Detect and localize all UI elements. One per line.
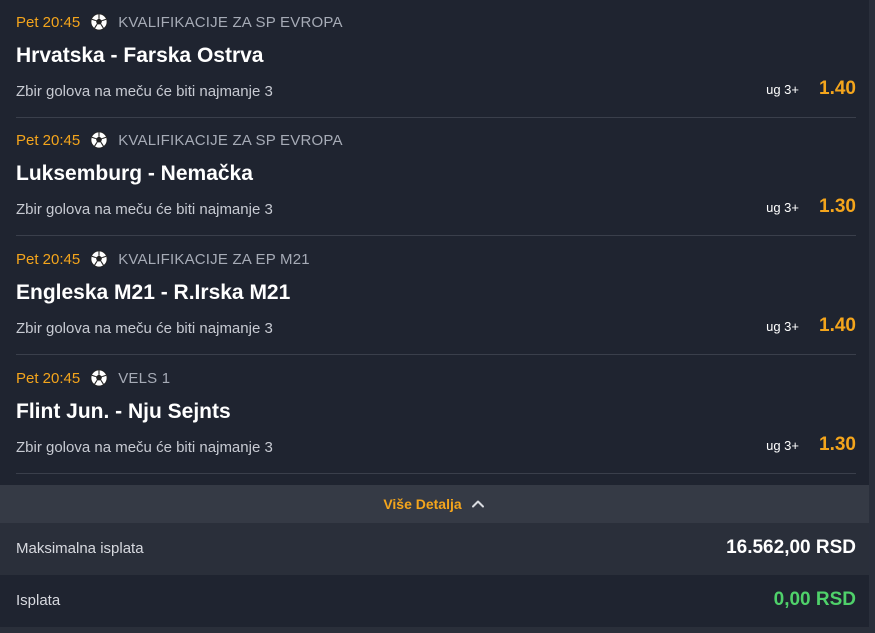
ticket-panel: Pet 20:45 KVALIFIKACIJE ZA SP EVROPA Hrv…: [0, 0, 875, 633]
max-payout-row: Maksimalna isplata 16.562,00 RSD: [0, 523, 869, 575]
market-description: Zbir golova na meču će biti najmanje 3: [16, 201, 273, 218]
match-time: Pet 20:45: [16, 13, 81, 31]
market-description: Zbir golova na meču će biti najmanje 3: [16, 320, 273, 337]
odd-value: 1.40: [819, 78, 856, 99]
max-payout-label: Maksimalna isplata: [16, 540, 144, 557]
more-details-label: Više Detalja: [383, 496, 462, 512]
max-payout-value: 16.562,00 RSD: [726, 537, 856, 558]
more-details-button[interactable]: Više Detalja: [0, 485, 869, 523]
market-description: Zbir golova na meču će biti najmanje 3: [16, 83, 273, 100]
odd-value: 1.30: [819, 196, 856, 217]
divider: [16, 354, 856, 355]
soccer-ball-icon: [90, 250, 108, 268]
competition-name: KVALIFIKACIJE ZA SP EVROPA: [118, 13, 343, 31]
divider: [16, 473, 856, 474]
payout-value: 0,00 RSD: [773, 589, 856, 610]
competition-name: KVALIFIKACIJE ZA EP M21: [118, 250, 310, 268]
odd-value: 1.40: [819, 315, 856, 336]
chevron-up-icon: [471, 500, 484, 508]
selection-label: ug 3+: [766, 200, 799, 215]
match-item[interactable]: Pet 20:45 KVALIFIKACIJE ZA SP EVROPA Hrv…: [0, 0, 869, 118]
soccer-ball-icon: [90, 131, 108, 149]
soccer-ball-icon: [90, 369, 108, 387]
payout-row: Isplata 0,00 RSD: [0, 575, 869, 627]
match-meta: Pet 20:45 VELS 1: [16, 369, 170, 387]
match-teams: Hrvatska - Farska Ostrva: [16, 44, 264, 67]
match-meta: Pet 20:45 KVALIFIKACIJE ZA SP EVROPA: [16, 13, 343, 31]
competition-name: KVALIFIKACIJE ZA SP EVROPA: [118, 131, 343, 149]
selection-label: ug 3+: [766, 82, 799, 97]
divider: [16, 235, 856, 236]
match-meta: Pet 20:45 KVALIFIKACIJE ZA EP M21: [16, 250, 310, 268]
match-teams: Engleska M21 - R.Irska M21: [16, 281, 291, 304]
match-time: Pet 20:45: [16, 250, 81, 268]
match-time: Pet 20:45: [16, 131, 81, 149]
payout-label: Isplata: [16, 592, 61, 609]
scrollbar-track[interactable]: [869, 0, 875, 633]
match-item[interactable]: Pet 20:45 KVALIFIKACIJE ZA EP M21 Engles…: [0, 237, 869, 355]
competition-name: VELS 1: [118, 369, 171, 387]
match-list: Pet 20:45 KVALIFIKACIJE ZA SP EVROPA Hrv…: [0, 0, 869, 485]
match-item[interactable]: Pet 20:45 VELS 1 Flint Jun. - Nju Sejnts…: [0, 356, 869, 474]
selection-label: ug 3+: [766, 319, 799, 334]
odd-value: 1.30: [819, 434, 856, 455]
bottom-divider: [0, 627, 875, 633]
match-teams: Flint Jun. - Nju Sejnts: [16, 400, 231, 423]
match-meta: Pet 20:45 KVALIFIKACIJE ZA SP EVROPA: [16, 131, 343, 149]
selection-label: ug 3+: [766, 438, 799, 453]
soccer-ball-icon: [90, 13, 108, 31]
match-time: Pet 20:45: [16, 369, 81, 387]
market-description: Zbir golova na meču će biti najmanje 3: [16, 439, 273, 456]
match-item[interactable]: Pet 20:45 KVALIFIKACIJE ZA SP EVROPA Luk…: [0, 118, 869, 236]
match-teams: Luksemburg - Nemačka: [16, 162, 253, 185]
